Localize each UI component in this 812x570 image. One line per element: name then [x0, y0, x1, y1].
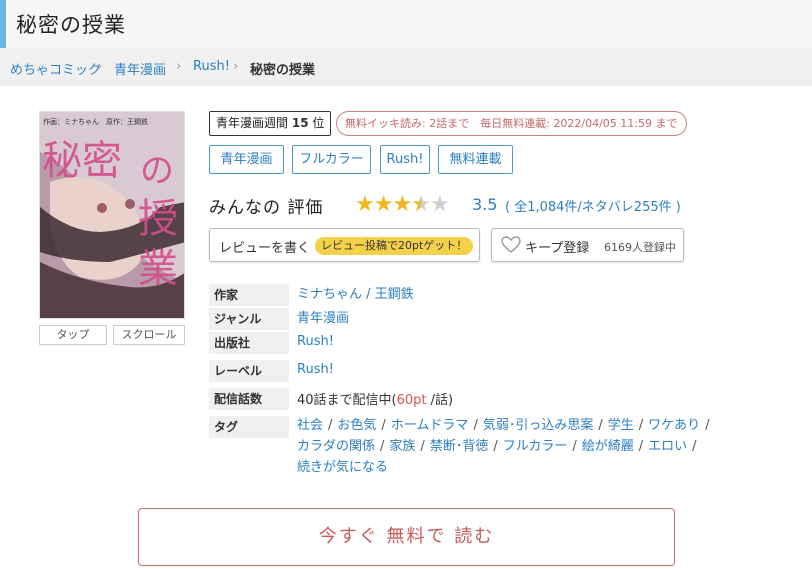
tag-link[interactable]: ホームドラマ — [391, 418, 469, 433]
breadcrumb-home[interactable]: めちゃコミック — [10, 59, 101, 78]
free-reading-badge: 無料イッキ読み: 2話まで 毎日無料連載: 2022/04/05 11:59 ま… — [336, 111, 687, 136]
label-label: レーベル — [209, 360, 289, 382]
genre-value[interactable]: 青年漫画 — [297, 307, 349, 326]
tag-link[interactable]: お色気 — [337, 418, 376, 433]
episodes-label: 配信話数 — [209, 388, 289, 410]
tag-list-line-2: カラダの関係 / 家族 / 禁断･背徳 / フルカラー / 絵が綺麗 / エロい / — [297, 439, 697, 454]
star-icon: ★ — [392, 192, 412, 217]
svg-text:秘密: 秘密 — [42, 138, 122, 184]
episodes-prefix: 40話まで配信中( — [297, 393, 397, 408]
star-empty-icon: ★ — [429, 192, 450, 217]
tag-list-line-1: 社会 / お色気 / ホームドラマ / 気弱･引っ込み思案 / 学生 / ワケあり / — [297, 418, 710, 433]
svg-text:業: 業 — [138, 246, 178, 292]
cover-credit: 作画：ミナちゃん 原作：王鋼鉄 — [43, 117, 148, 126]
rating-score: 3.5 — [472, 195, 498, 214]
breadcrumb: めちゃコミック › 青年漫画 › Rush! › 秘密の授業 — [0, 48, 812, 86]
write-review-button[interactable]: レビューを書く レビュー投稿で20ptゲット！ — [209, 228, 480, 262]
tag-link[interactable]: 絵が綺麗 — [582, 439, 634, 454]
keep-button[interactable]: キープ登録 6169人登録中 — [491, 228, 684, 262]
chevron-right-icon: › — [233, 59, 239, 74]
tag-chip-full-color[interactable]: フルカラー — [292, 145, 371, 174]
keep-count: 6169人登録中 — [604, 241, 676, 254]
chevron-right-icon: › — [97, 59, 103, 74]
rating-label: みんなの 評価 — [209, 198, 324, 218]
episodes-value: 40話まで配信中(60pt /話) — [297, 389, 453, 408]
tag-list-line-3: 続きが気になる — [297, 456, 388, 475]
rating-stars: ★★★★★ — [355, 191, 450, 219]
publisher-value[interactable]: Rush! — [297, 334, 334, 349]
ranking-number: 15 — [291, 116, 309, 130]
tag-link[interactable]: 家族 — [389, 439, 415, 454]
cover-illustration: 作画：ミナちゃん 原作：王鋼鉄 秘密 の 授 業 — [40, 112, 184, 318]
svg-text:授: 授 — [138, 196, 178, 242]
label-value[interactable]: Rush! — [297, 362, 334, 377]
page-title: 秘密の授業 — [16, 13, 126, 37]
author-label: 作家 — [209, 284, 289, 306]
svg-text:の: の — [140, 151, 174, 191]
tag-link[interactable]: エロい — [648, 439, 687, 454]
scroll-button[interactable]: スクロール — [113, 325, 185, 345]
ranking-unit: 位 — [312, 116, 325, 130]
write-review-label: レビューを書く — [219, 241, 311, 256]
ranking-text: 青年漫画週間 — [216, 116, 289, 130]
tag-link[interactable]: 禁断･背徳 — [430, 439, 489, 454]
star-half-icon: ★ — [411, 192, 431, 217]
tag-chip-rush[interactable]: Rush! — [380, 145, 430, 174]
page-header: 秘密の授業 — [0, 0, 812, 48]
tag-link[interactable]: ワケあり — [648, 418, 700, 433]
episodes-suffix: /話) — [426, 393, 454, 408]
tag-link[interactable]: 続きが気になる — [297, 460, 388, 475]
publisher-label: 出版社 — [209, 332, 289, 354]
tap-button[interactable]: タップ — [39, 325, 107, 345]
star-icon: ★ — [355, 192, 375, 217]
chevron-right-icon: › — [176, 59, 182, 74]
author-value[interactable]: ミナちゃん / 王鋼鉄 — [297, 283, 414, 302]
review-promo-badge: レビュー投稿で20ptゲット！ — [315, 237, 474, 255]
star-icon: ★ — [373, 192, 394, 217]
tag-link[interactable]: 気弱･引っ込み思案 — [483, 418, 594, 433]
breadcrumb-genre[interactable]: 青年漫画 — [114, 59, 166, 78]
ranking-badge: 青年漫画週間 15 位 — [209, 111, 332, 136]
read-free-now-button[interactable]: 今すぐ 無料で 読む — [138, 508, 675, 566]
episodes-price: 60pt — [396, 393, 427, 408]
cover-image[interactable]: 作画：ミナちゃん 原作：王鋼鉄 秘密 の 授 業 — [39, 111, 185, 319]
tag-link[interactable]: カラダの関係 — [297, 439, 375, 454]
review-count-link[interactable]: ( 全1,084件/ネタバレ255件 ) — [505, 196, 681, 215]
tag-link[interactable]: 学生 — [608, 418, 634, 433]
tag-chip-seinen[interactable]: 青年漫画 — [209, 145, 284, 174]
tag-link[interactable]: フルカラー — [503, 439, 568, 454]
keep-label: キープ登録 — [525, 241, 590, 256]
tag-chip-free-serial[interactable]: 無料連載 — [438, 145, 513, 174]
tags-label: タグ — [209, 416, 289, 438]
breadcrumb-publisher[interactable]: Rush! — [193, 59, 230, 74]
tag-link[interactable]: 社会 — [297, 418, 323, 433]
heart-icon — [501, 236, 521, 253]
breadcrumb-current: 秘密の授業 — [250, 63, 316, 78]
genre-label: ジャンル — [209, 308, 289, 330]
